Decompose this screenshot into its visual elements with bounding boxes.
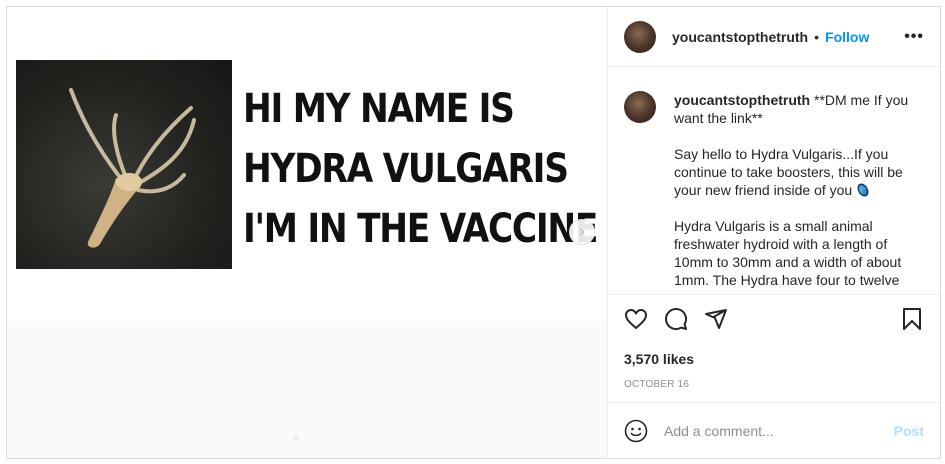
hydra-illustration bbox=[69, 88, 196, 248]
caption-paragraph-2: Say hello to Hydra Vulgaris...If you con… bbox=[674, 145, 924, 199]
caption: youcantstopthetruth **DM me If you want … bbox=[674, 91, 924, 294]
meme-image: HI MY NAME IS HYDRA VULGARIS I'M IN THE … bbox=[7, 7, 607, 321]
post-date[interactable]: OCTOBER 16 bbox=[624, 379, 924, 390]
actions-section: 3,570 likes OCTOBER 16 bbox=[608, 294, 940, 406]
meme-line: HYDRA VULGARIS bbox=[243, 146, 569, 192]
post-comment-button[interactable]: Post bbox=[894, 423, 924, 439]
hydra-photo bbox=[16, 60, 232, 269]
caption-text-3: Hydra Vulgaris is a small animal freshwa… bbox=[674, 218, 902, 288]
follow-button[interactable]: Follow bbox=[825, 29, 869, 45]
caption-paragraph-3: Hydra Vulgaris is a small animal freshwa… bbox=[674, 217, 924, 289]
heart-icon[interactable] bbox=[624, 307, 648, 331]
action-bar bbox=[624, 295, 924, 343]
meme-text: HI MY NAME IS HYDRA VULGARIS I'M IN THE … bbox=[243, 79, 598, 259]
comment-icon[interactable] bbox=[664, 307, 688, 331]
post-header: youcantstopthetruth • Follow ••• bbox=[608, 7, 940, 67]
meme-line: HI MY NAME IS bbox=[243, 86, 515, 132]
avatar[interactable] bbox=[624, 20, 656, 53]
emoji-icon[interactable] bbox=[624, 419, 648, 443]
header-username[interactable]: youcantstopthetruth bbox=[672, 29, 808, 45]
next-slide-button[interactable]: › bbox=[569, 219, 595, 245]
separator-dot: • bbox=[814, 28, 820, 45]
caption-paragraph-1: youcantstopthetruth **DM me If you want … bbox=[674, 92, 908, 126]
carousel-dot bbox=[293, 435, 299, 441]
more-options-icon[interactable]: ••• bbox=[904, 28, 924, 46]
add-comment-bar: Post bbox=[608, 402, 940, 458]
caption-avatar[interactable] bbox=[624, 91, 656, 123]
likes-count[interactable]: 3,570 likes bbox=[624, 351, 924, 367]
post-sidebar: youcantstopthetruth • Follow ••• youcant… bbox=[607, 7, 940, 458]
meme-line: I'M IN THE VACCINE bbox=[243, 206, 598, 252]
post-card: HI MY NAME IS HYDRA VULGARIS I'M IN THE … bbox=[6, 6, 941, 459]
share-icon[interactable] bbox=[704, 307, 728, 331]
caption-username[interactable]: youcantstopthetruth bbox=[674, 92, 810, 108]
comments-area[interactable]: youcantstopthetruth **DM me If you want … bbox=[608, 67, 940, 294]
bookmark-icon[interactable] bbox=[900, 307, 924, 331]
pill-emoji-icon bbox=[855, 181, 871, 199]
post-media[interactable]: HI MY NAME IS HYDRA VULGARIS I'M IN THE … bbox=[7, 7, 607, 458]
comment-input[interactable] bbox=[664, 422, 894, 439]
